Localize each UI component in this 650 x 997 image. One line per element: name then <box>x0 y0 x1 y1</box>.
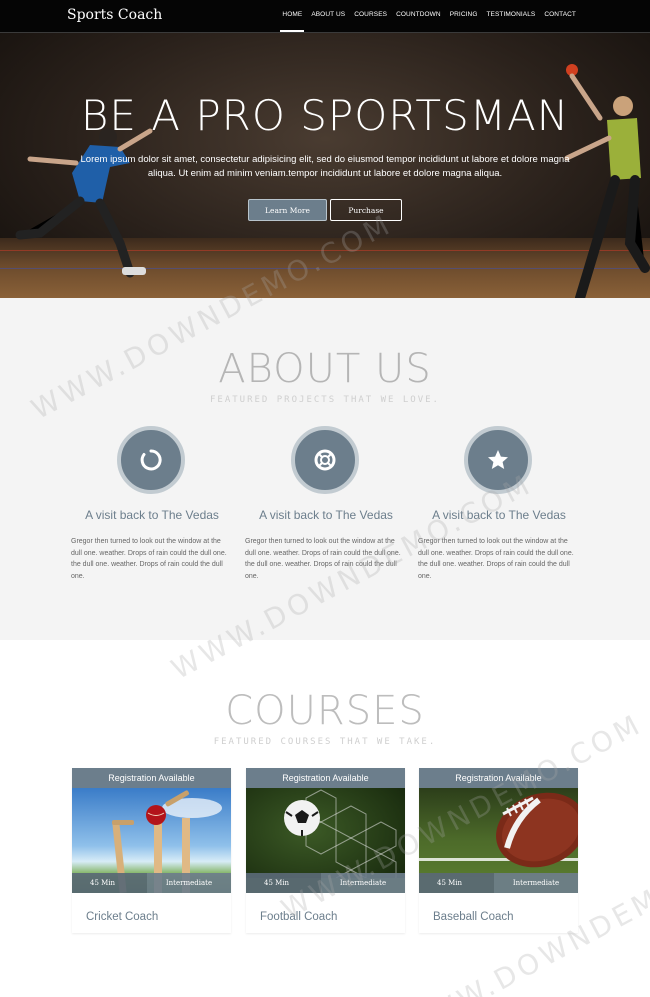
spinner-icon <box>140 449 162 471</box>
course-card[interactable]: Registration Available 45 Min Intermedia… <box>246 768 405 933</box>
courses-section: COURSES FEATURED COURSES THAT WE TAKE. R… <box>0 640 650 997</box>
cricket-image: 45 Min Intermediate <box>72 788 231 893</box>
course-duration: 45 Min <box>246 873 321 893</box>
feature-heading: A visit back to The Vedas <box>432 508 566 522</box>
feature-icon-circle <box>464 426 532 494</box>
brand-logo[interactable]: Sports Coach <box>67 7 162 23</box>
course-duration: 45 Min <box>419 873 494 893</box>
feature-heading: A visit back to The Vedas <box>259 508 393 522</box>
player-left-image <box>15 128 153 278</box>
nav-pricing[interactable]: PRICING <box>450 11 478 18</box>
course-card[interactable]: Registration Available 45 Min Intermedia… <box>419 768 578 933</box>
lifebuoy-icon <box>314 449 336 471</box>
course-level: Intermediate <box>494 873 578 893</box>
hero-banner: BE A PRO SPORTSMAN Lorem ipsum dolor sit… <box>0 33 650 298</box>
hero-text: Lorem ipsum dolor sit amet, consectetur … <box>80 154 570 179</box>
course-meta: 45 Min Intermediate <box>246 873 405 893</box>
nav-countdown[interactable]: COUNTDOWN <box>396 11 441 18</box>
registration-badge: Registration Available <box>419 768 578 788</box>
courses-subtitle: FEATURED COURSES THAT WE TAKE. <box>213 737 437 747</box>
feature-text: Gregor then turned to look out the windo… <box>245 538 401 580</box>
course-title[interactable]: Baseball Coach <box>433 911 514 923</box>
hero-title: BE A PRO SPORTSMAN <box>80 91 570 140</box>
course-card[interactable]: Registration Available 45 Min Intermedia… <box>72 768 231 933</box>
nav-testimonials[interactable]: TESTIMONIALS <box>486 11 535 18</box>
top-navbar: Sports Coach HOME ABOUT US COURSES COUNT… <box>0 0 650 33</box>
main-menu: HOME ABOUT US COURSES COUNTDOWN PRICING … <box>273 11 576 32</box>
course-title[interactable]: Football Coach <box>260 911 337 923</box>
purchase-button[interactable]: Purchase <box>330 199 402 221</box>
course-meta: 45 Min Intermediate <box>419 873 578 893</box>
feature-icon-circle <box>117 426 185 494</box>
feature-icon-circle <box>291 426 359 494</box>
course-duration: 45 Min <box>72 873 147 893</box>
about-section: ABOUT US FEATURED PROJECTS THAT WE LOVE.… <box>0 298 650 640</box>
baseball-image: 45 Min Intermediate <box>419 788 578 893</box>
nav-about-us[interactable]: ABOUT US <box>311 11 345 18</box>
feature-heading: A visit back to The Vedas <box>85 508 219 522</box>
about-subtitle: FEATURED PROJECTS THAT WE LOVE. <box>210 395 440 405</box>
nav-home[interactable]: HOME <box>280 11 305 32</box>
course-level: Intermediate <box>147 873 231 893</box>
nav-courses[interactable]: COURSES <box>354 11 387 18</box>
courses-title: COURSES <box>225 688 425 734</box>
course-meta: 45 Min Intermediate <box>72 873 231 893</box>
football-image: 45 Min Intermediate <box>246 788 405 893</box>
course-title[interactable]: Cricket Coach <box>86 911 158 923</box>
feature-text: Gregor then turned to look out the windo… <box>418 538 574 580</box>
about-title: ABOUT US <box>218 346 432 392</box>
feature-text: Gregor then turned to look out the windo… <box>71 538 227 580</box>
registration-badge: Registration Available <box>246 768 405 788</box>
nav-contact[interactable]: CONTACT <box>544 11 576 18</box>
star-icon <box>488 450 508 469</box>
course-level: Intermediate <box>321 873 405 893</box>
learn-more-button[interactable]: Learn More <box>248 199 327 221</box>
registration-badge: Registration Available <box>72 768 231 788</box>
